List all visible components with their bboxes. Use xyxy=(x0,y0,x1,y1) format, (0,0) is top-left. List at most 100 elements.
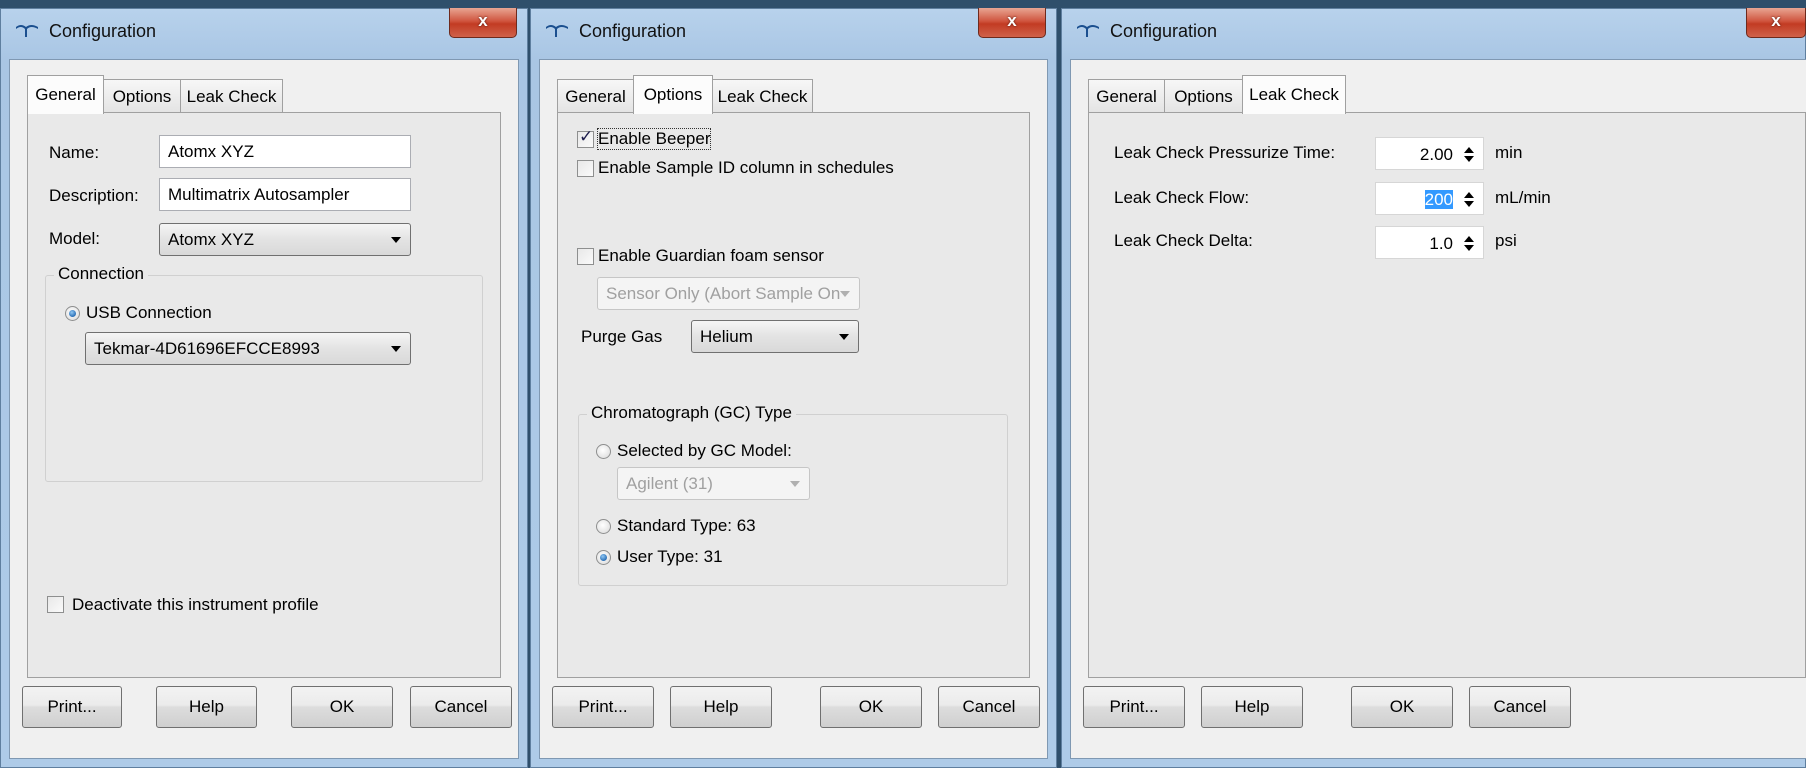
dialog-client-area: General Options Leak Check Enable Beeper… xyxy=(539,59,1048,759)
teledyne-logo-icon xyxy=(546,25,568,37)
ok-button[interactable]: OK xyxy=(820,686,922,728)
pressurize-time-label: Leak Check Pressurize Time: xyxy=(1114,143,1336,162)
tab-options[interactable]: Options xyxy=(103,79,181,112)
guardian-mode-value: Sensor Only (Abort Sample On xyxy=(606,284,841,303)
window-title: Configuration xyxy=(1110,21,1218,41)
enable-sample-id-label[interactable]: Enable Sample ID column in schedules xyxy=(598,158,894,178)
usb-connection-radio[interactable] xyxy=(65,306,80,321)
print-button[interactable]: Print... xyxy=(1083,686,1185,728)
teledyne-logo-icon xyxy=(16,25,38,37)
gc-model-value: Agilent (31) xyxy=(626,474,713,493)
delta-value: 1.0 xyxy=(1429,234,1453,253)
help-button[interactable]: Help xyxy=(156,686,257,728)
model-dropdown-value: Atomx XYZ xyxy=(168,230,254,249)
tab-leak-check[interactable]: Leak Check xyxy=(180,79,283,112)
usb-connection-label[interactable]: USB Connection xyxy=(86,303,212,323)
print-button[interactable]: Print... xyxy=(22,686,122,728)
chevron-down-icon xyxy=(840,291,850,297)
usb-device-value: Tekmar-4D61696EFCCE8993 xyxy=(94,339,320,358)
name-input[interactable]: Atomx XYZ xyxy=(159,135,411,168)
cancel-button[interactable]: Cancel xyxy=(1469,686,1571,728)
purge-gas-dropdown[interactable]: Helium xyxy=(691,320,859,353)
print-button[interactable]: Print... xyxy=(552,686,654,728)
delta-unit: psi xyxy=(1495,231,1517,250)
user-type-radio[interactable] xyxy=(596,550,611,565)
options-tab-panel: Enable Beeper Enable Sample ID column in… xyxy=(557,112,1030,678)
teledyne-logo-icon xyxy=(1077,25,1099,37)
configuration-window-options: Configuration x General Options Leak Che… xyxy=(530,8,1057,768)
tab-general[interactable]: General xyxy=(1088,79,1165,112)
tab-leak-check[interactable]: Leak Check xyxy=(1242,75,1346,114)
ok-button[interactable]: OK xyxy=(291,686,393,728)
up-down-arrows-icon[interactable] xyxy=(1463,234,1475,252)
configuration-window-leak-check: Configuration x General Options Leak Che… xyxy=(1061,8,1806,768)
chevron-down-icon xyxy=(391,237,401,243)
cancel-button[interactable]: Cancel xyxy=(938,686,1040,728)
connection-group: Connection USB Connection Tekmar-4D61696… xyxy=(45,264,483,482)
title-bar[interactable]: Configuration x xyxy=(1062,8,1806,59)
enable-beeper-checkbox[interactable] xyxy=(577,127,594,148)
deactivate-profile-label[interactable]: Deactivate this instrument profile xyxy=(72,595,319,615)
pressurize-time-spinner[interactable]: 2.00 xyxy=(1375,137,1484,170)
description-input[interactable]: Multimatrix Autosampler xyxy=(159,178,411,211)
ok-button[interactable]: OK xyxy=(1351,686,1453,728)
chevron-down-icon xyxy=(790,481,800,487)
close-button[interactable]: x xyxy=(1746,8,1806,38)
name-label: Name: xyxy=(49,143,100,162)
enable-guardian-checkbox[interactable] xyxy=(577,248,594,265)
pressurize-time-unit: min xyxy=(1495,143,1523,162)
chevron-down-icon xyxy=(839,334,849,340)
title-bar[interactable]: Configuration x xyxy=(1,8,527,59)
close-button[interactable]: x xyxy=(978,8,1046,38)
help-button[interactable]: Help xyxy=(670,686,772,728)
screen: Configuration x General Options Leak Che… xyxy=(0,0,1806,768)
help-button[interactable]: Help xyxy=(1201,686,1303,728)
tab-general[interactable]: General xyxy=(557,79,634,112)
general-tab-panel: Name: Atomx XYZ Description: Multimatrix… xyxy=(27,112,501,678)
cancel-button[interactable]: Cancel xyxy=(410,686,512,728)
enable-beeper-label[interactable]: Enable Beeper xyxy=(596,128,712,150)
model-label: Model: xyxy=(49,229,101,248)
gc-type-group-title: Chromatograph (GC) Type xyxy=(587,403,796,423)
window-title: Configuration xyxy=(579,21,687,41)
leak-check-tab-panel: Leak Check Pressurize Time: 2.00 min Lea… xyxy=(1088,112,1806,678)
selected-by-gc-radio[interactable] xyxy=(596,444,611,459)
deactivate-profile-checkbox[interactable] xyxy=(47,596,64,613)
connection-group-title: Connection xyxy=(54,264,149,284)
selected-by-gc-label[interactable]: Selected by GC Model: xyxy=(617,441,792,461)
enable-sample-id-checkbox[interactable] xyxy=(577,160,594,177)
up-down-arrows-icon[interactable] xyxy=(1463,190,1475,208)
flow-spinner[interactable]: 200 xyxy=(1375,182,1484,215)
model-dropdown[interactable]: Atomx XYZ xyxy=(159,223,411,256)
user-type-label[interactable]: User Type: 31 xyxy=(617,547,723,567)
gc-type-group: Chromatograph (GC) Type Selected by GC M… xyxy=(578,403,1008,586)
dialog-client-area: General Options Leak Check Leak Check Pr… xyxy=(1070,59,1806,759)
close-button[interactable]: x xyxy=(449,8,517,38)
flow-value: 200 xyxy=(1424,190,1453,209)
title-bar[interactable]: Configuration x xyxy=(531,8,1056,59)
pressurize-time-value: 2.00 xyxy=(1419,145,1453,164)
chevron-down-icon xyxy=(391,346,401,352)
delta-spinner[interactable]: 1.0 xyxy=(1375,226,1484,259)
flow-label: Leak Check Flow: xyxy=(1114,188,1250,207)
tab-general[interactable]: General xyxy=(27,75,104,114)
tab-options[interactable]: Options xyxy=(633,75,713,114)
window-title: Configuration xyxy=(49,21,157,41)
usb-device-dropdown[interactable]: Tekmar-4D61696EFCCE8993 xyxy=(85,332,411,365)
tab-options[interactable]: Options xyxy=(1164,79,1243,112)
flow-unit: mL/min xyxy=(1495,188,1551,207)
configuration-window-general: Configuration x General Options Leak Che… xyxy=(0,8,528,768)
enable-guardian-label[interactable]: Enable Guardian foam sensor xyxy=(598,246,824,266)
description-label: Description: xyxy=(49,186,139,205)
standard-type-label[interactable]: Standard Type: 63 xyxy=(617,516,756,536)
tab-leak-check[interactable]: Leak Check xyxy=(712,79,813,112)
dialog-client-area: General Options Leak Check Name: Atomx X… xyxy=(9,59,519,759)
flow-value-wrap: 200 xyxy=(1424,190,1453,210)
purge-gas-value: Helium xyxy=(700,327,753,346)
guardian-mode-dropdown[interactable]: Sensor Only (Abort Sample On xyxy=(597,277,860,310)
delta-label: Leak Check Delta: xyxy=(1114,231,1253,250)
up-down-arrows-icon[interactable] xyxy=(1463,145,1475,163)
purge-gas-label: Purge Gas xyxy=(581,327,663,346)
standard-type-radio[interactable] xyxy=(596,519,611,534)
gc-model-dropdown[interactable]: Agilent (31) xyxy=(617,467,810,500)
